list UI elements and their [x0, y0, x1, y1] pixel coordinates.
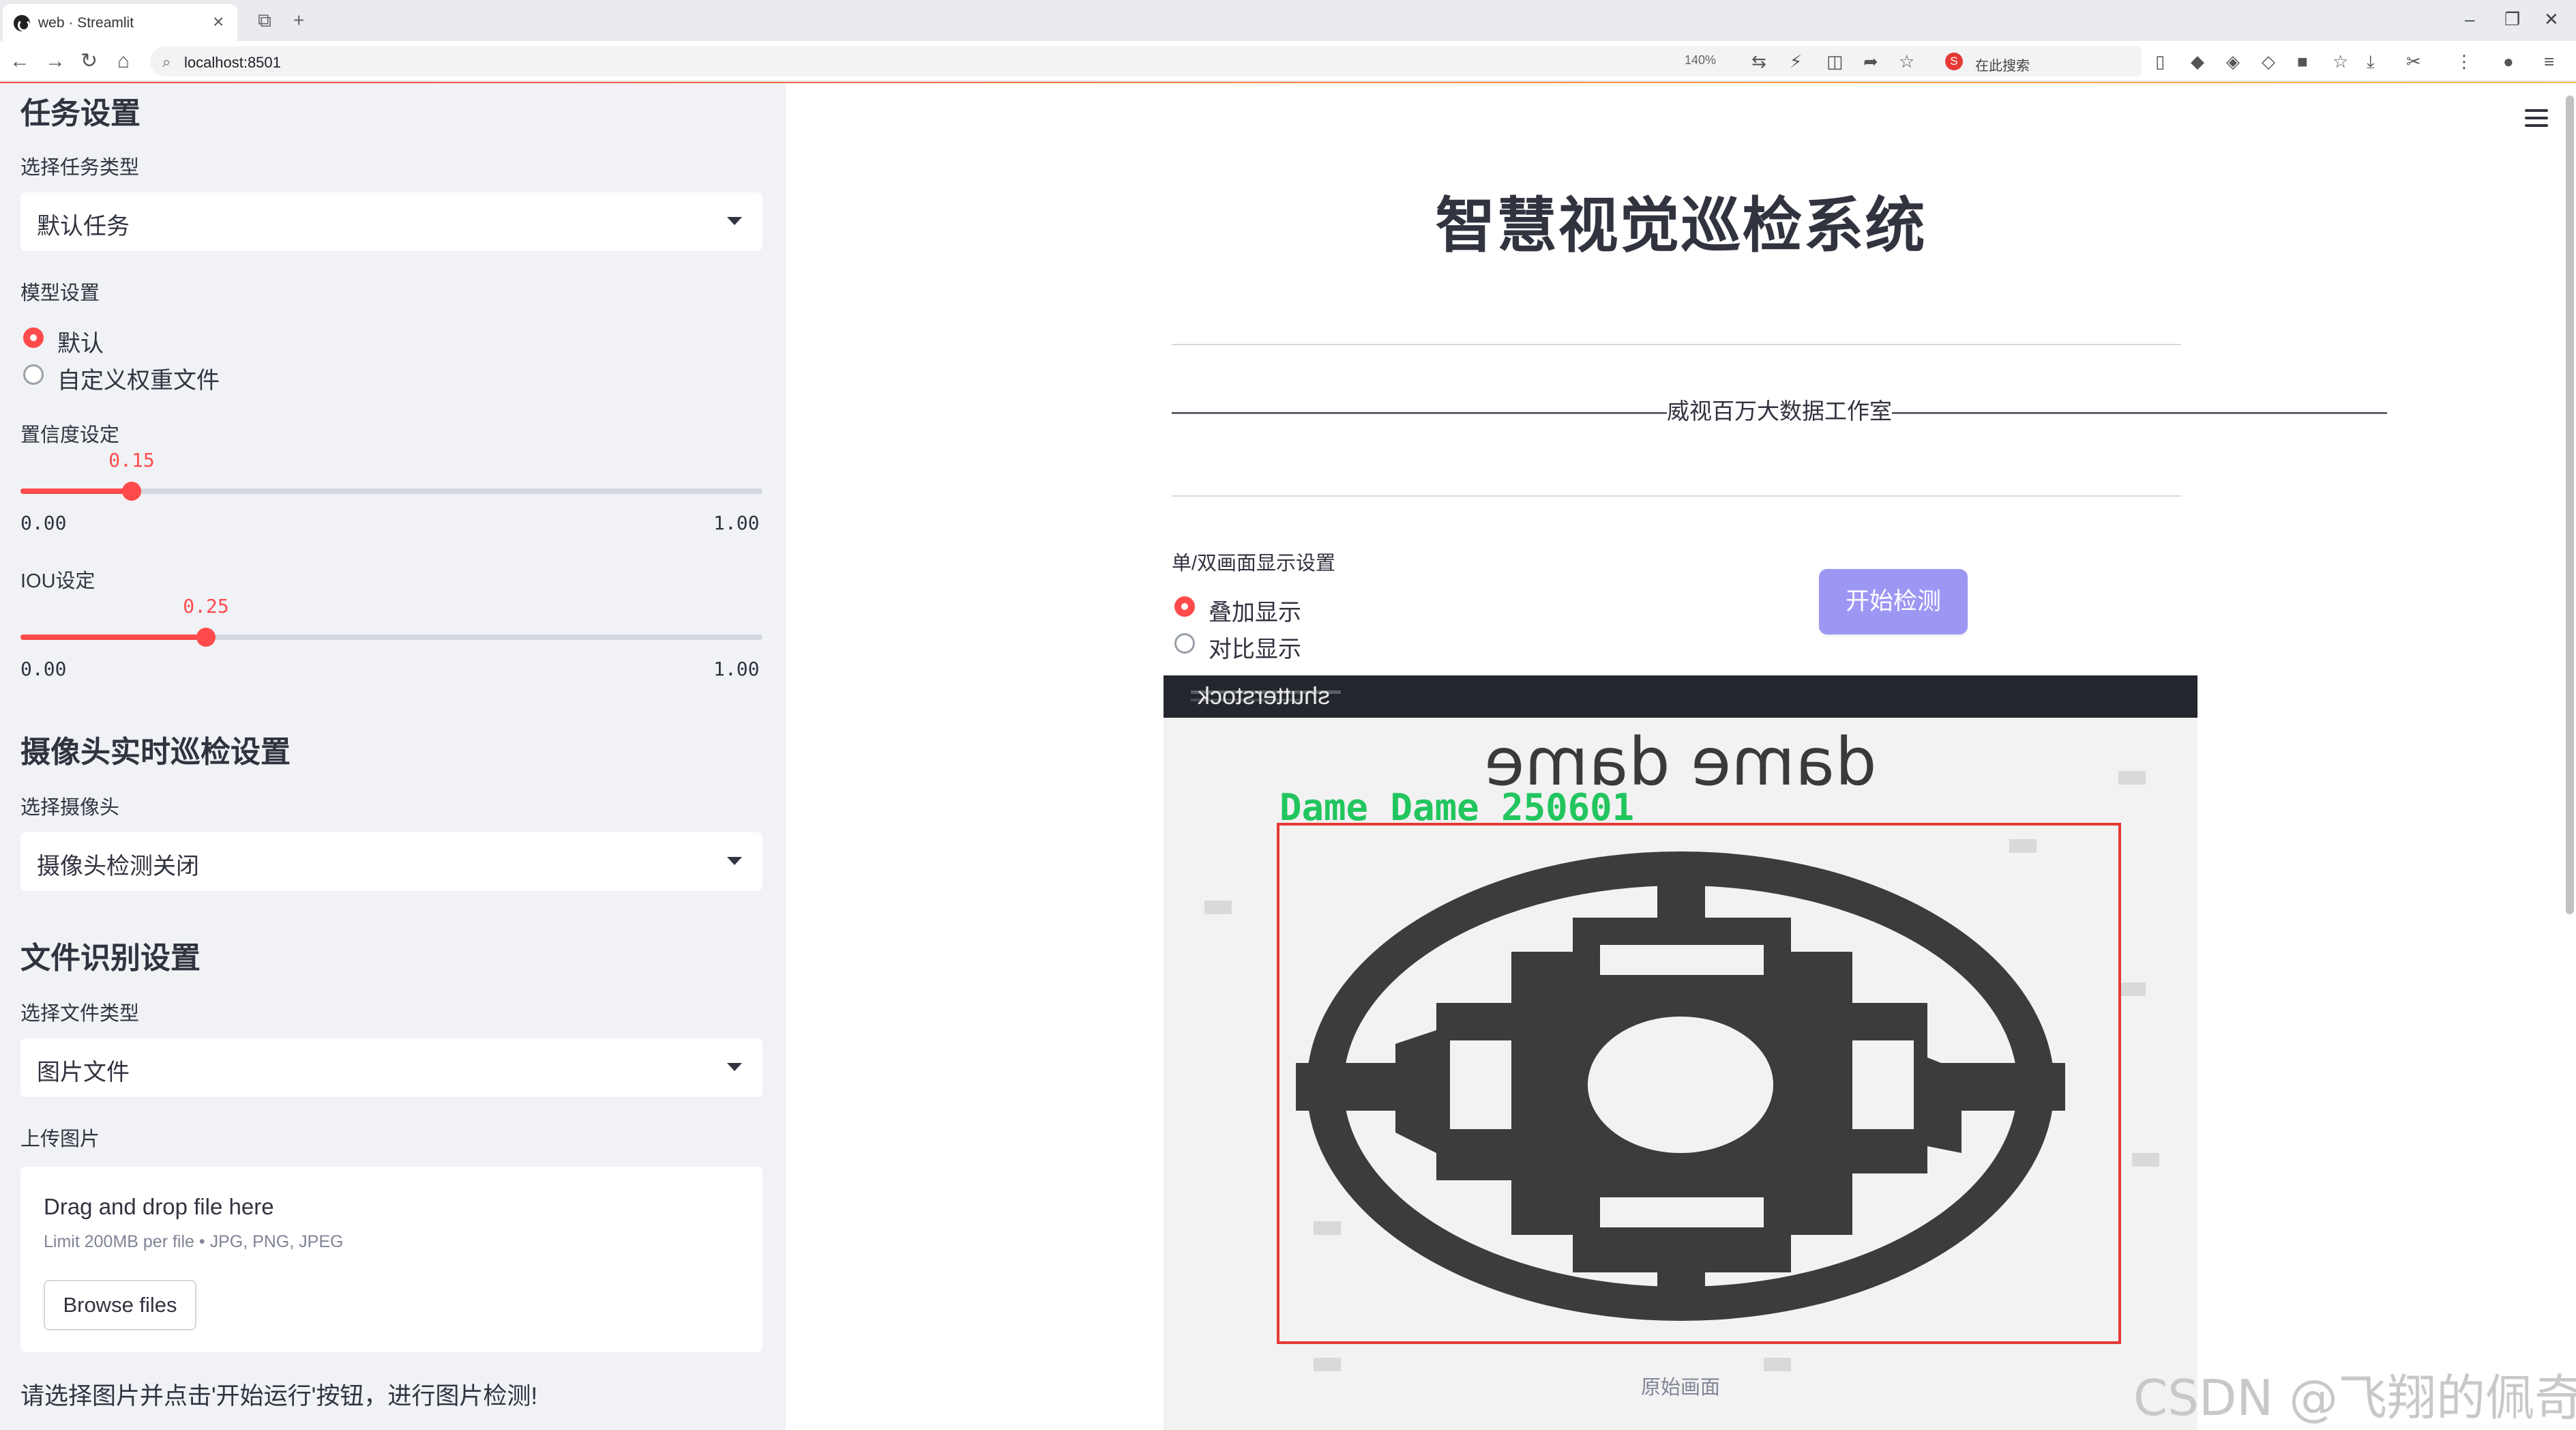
download-icon[interactable]: ⤓ [2367, 49, 2375, 74]
chevron-down-icon [727, 857, 742, 865]
csdn-watermark: CSDN @飞翔的佩奇 [2133, 1369, 2576, 1427]
model-option-label: 默认 [57, 331, 104, 357]
main-content: 智慧视觉巡检系统 ——————————————————————威视百万大数据工作… [786, 83, 2576, 1430]
new-tab-icon[interactable]: + [293, 8, 304, 33]
iou-max: 1.00 [713, 658, 760, 680]
profile-avatar-icon[interactable]: ● [2503, 49, 2514, 74]
restore-icon[interactable]: ❐ [2504, 7, 2520, 31]
browser-tab[interactable]: web · Streamlit × [3, 4, 237, 41]
radio-selected-icon[interactable] [1174, 596, 1195, 617]
browser-menu-icon[interactable]: ≡ [2544, 49, 2554, 74]
slider-value: 0.15 [108, 449, 155, 471]
file-type-select[interactable]: 图片文件 [20, 1038, 763, 1097]
divider-top [1172, 344, 2181, 345]
extension-b-icon[interactable]: ◈ [2226, 49, 2240, 74]
extension-a-icon[interactable]: ◆ [2191, 49, 2204, 74]
conf-label: 置信度设定 [20, 424, 120, 446]
lightning-icon[interactable]: ⚡ [1790, 49, 1802, 74]
image-caption: 原始画面 [1640, 1377, 1720, 1399]
display-mode-label: 单/双画面显示设置 [1172, 553, 1336, 574]
file-uploader-dropzone[interactable]: Drag and drop file here Limit 200MB per … [20, 1167, 763, 1352]
search-engine-icon: S [1945, 53, 1963, 70]
browser-tab-bar: web · Streamlit × ⧉ + – ❐ ✕ [0, 0, 2576, 41]
iou-label: IOU设定 [20, 570, 95, 592]
model-option-label: 自定义权重文件 [57, 368, 220, 394]
radio-unselected-icon[interactable] [1174, 633, 1195, 654]
upload-limit-text: Limit 200MB per file • JPG, PNG, JPEG [44, 1232, 344, 1251]
image-banner-text: shutterstock [1197, 682, 1330, 710]
upload-label: 上传图片 [20, 1128, 100, 1150]
task-type-label: 选择任务类型 [20, 157, 140, 179]
task-type-select[interactable]: 默认任务 [20, 192, 763, 251]
chevron-down-icon [727, 1063, 742, 1071]
iou-slider[interactable]: 0.25 [20, 595, 763, 647]
extension-c-icon[interactable]: ◇ [2262, 49, 2275, 74]
tab-close-icon[interactable]: × [213, 12, 224, 31]
url-text: localhost:8501 [184, 54, 281, 71]
browse-files-button[interactable]: Browse files [44, 1280, 196, 1330]
confidence-slider[interactable]: 0.15 [20, 449, 763, 501]
forward-icon[interactable]: → [45, 48, 65, 75]
display-option-label: 对比显示 [1209, 637, 1301, 662]
page-scrollbar[interactable] [2566, 96, 2574, 914]
hamburger-menu-icon[interactable] [2525, 109, 2548, 127]
slider-fill [20, 634, 206, 640]
task-section-title: 任务设置 [20, 97, 140, 130]
camera-select[interactable]: 摄像头检测关闭 [20, 832, 763, 891]
display-option-label: 叠加显示 [1209, 600, 1301, 626]
iou-min: 0.00 [20, 658, 67, 680]
detection-label: Dame Dame 250601 [1279, 786, 1634, 829]
tab-groups-icon[interactable]: ⧉ [258, 8, 271, 33]
detection-image: shutterstock dame dame Dame Dame 250601 [1164, 675, 2197, 1430]
slider-value: 0.25 [183, 595, 229, 617]
zoom-level[interactable]: 140% [1685, 53, 1716, 68]
translate-icon[interactable]: ⇆ [1751, 49, 1766, 74]
divider-bottom [1172, 495, 2181, 497]
close-window-icon[interactable]: ✕ [2544, 7, 2559, 31]
minimize-icon[interactable]: – [2465, 7, 2474, 31]
browser-search-box[interactable]: S 在此搜索 [1937, 46, 2142, 76]
model-label: 模型设置 [20, 282, 100, 304]
upload-drag-text: Drag and drop file here [44, 1194, 274, 1219]
address-bar-row: ← → ↻ ⌂ ⌕ localhost:8501 140% ⇆ ⚡ ◫ ➦ ☆ … [0, 41, 2576, 82]
task-type-value: 默认任务 [37, 214, 130, 239]
conf-min: 0.00 [20, 512, 67, 534]
sidebar: 任务设置 选择任务类型 默认任务 模型设置 默认 自定义权重文件 置信度设定 0… [0, 83, 786, 1430]
cut-tool-icon[interactable]: ✂ [2406, 49, 2421, 74]
extension-d-icon[interactable]: ■ [2297, 49, 2308, 74]
share-icon[interactable]: ➦ [1863, 49, 1878, 74]
back-icon[interactable]: ← [10, 48, 30, 75]
conf-max: 1.00 [713, 512, 760, 534]
radio-selected-icon[interactable] [23, 327, 44, 348]
more-menu-icon[interactable]: ⋮ [2455, 49, 2473, 74]
camera-section-title: 摄像头实时巡检设置 [20, 735, 291, 769]
chevron-down-icon [727, 217, 742, 225]
favorite-star-icon[interactable]: ☆ [1899, 49, 1914, 74]
slider-thumb[interactable] [196, 628, 216, 647]
hint-text: 请选择图片并点击'开始运行'按钮，进行图片检测! [20, 1383, 538, 1410]
reader-icon[interactable]: ▯ [2155, 49, 2165, 74]
camera-label: 选择摄像头 [20, 797, 120, 819]
file-type-value: 图片文件 [37, 1060, 130, 1085]
slider-thumb[interactable] [122, 482, 141, 501]
page-title: 智慧视觉巡检系统 [1435, 192, 1927, 259]
tab-title: web · Streamlit [38, 15, 134, 31]
url-field[interactable]: ⌕ localhost:8501 140% [150, 46, 2101, 76]
bookmark-icon[interactable]: ☆ [2333, 49, 2348, 74]
camera-value: 摄像头检测关闭 [37, 853, 199, 879]
screenshot-icon[interactable]: ◫ [1826, 49, 1844, 74]
streamlit-favicon-icon [14, 15, 30, 31]
file-section-title: 文件识别设置 [20, 942, 201, 975]
site-info-icon[interactable]: ⌕ [162, 53, 171, 71]
slider-fill [20, 488, 132, 494]
file-type-label: 选择文件类型 [20, 1003, 140, 1025]
reload-icon[interactable]: ↻ [80, 48, 98, 75]
home-icon[interactable]: ⌂ [117, 48, 130, 75]
search-placeholder: 在此搜索 [1975, 59, 2030, 74]
start-detection-button[interactable]: 开始检测 [1819, 569, 1968, 634]
studio-line: ——————————————————————威视百万大数据工作室————————… [1172, 398, 2387, 424]
radio-unselected-icon[interactable] [23, 364, 44, 385]
